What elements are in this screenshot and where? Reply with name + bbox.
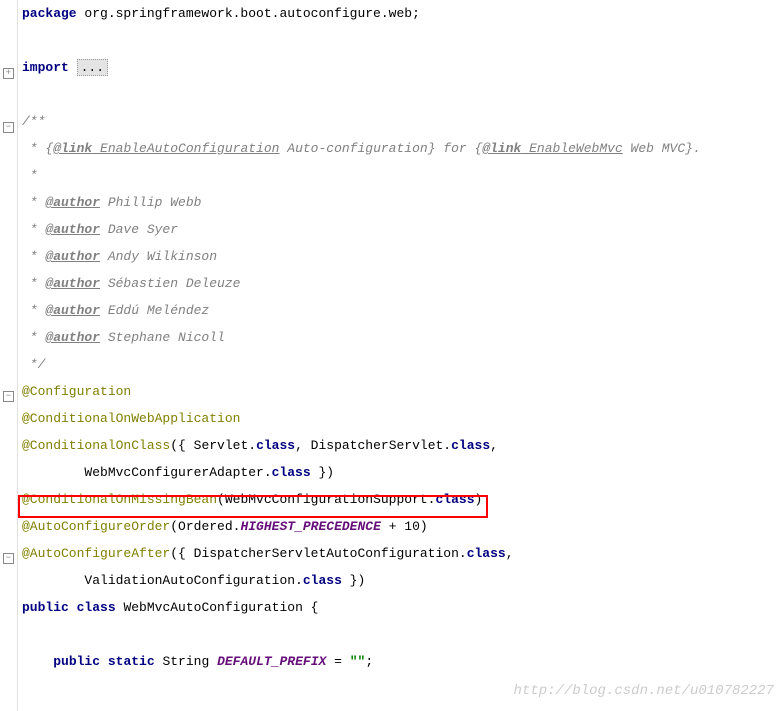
code-text: ({ Servlet. (170, 438, 256, 453)
code-text: ValidationAutoConfiguration. (22, 573, 303, 588)
javadoc-link: EnableAutoConfiguration (92, 141, 279, 156)
code-text: = (326, 654, 349, 669)
annotation: @AutoConfigureAfter (22, 546, 170, 561)
author-name: Phillip Webb (100, 195, 201, 210)
keyword: class (77, 600, 116, 615)
author-tag: @author (45, 303, 100, 318)
code-text: String (155, 654, 217, 669)
javadoc-close: */ (22, 351, 784, 378)
author-name: Eddú Meléndez (100, 303, 209, 318)
javadoc-link: EnableWebMvc (521, 141, 622, 156)
javadoc-text: Web MVC}. (623, 141, 701, 156)
author-tag: @author (45, 276, 100, 291)
code-text: WebMvcConfigurerAdapter. (22, 465, 272, 480)
watermark: http://blog.csdn.net/u010782227 (514, 678, 774, 705)
author-tag: @author (45, 222, 100, 237)
keyword: class (303, 573, 342, 588)
author-name: Andy Wilkinson (100, 249, 217, 264)
annotation: @AutoConfigureOrder (22, 519, 170, 534)
keyword: public (22, 600, 69, 615)
code-area[interactable]: package org.springframework.boot.autocon… (18, 0, 784, 711)
constant: DEFAULT_PREFIX (217, 654, 326, 669)
keyword: package (22, 6, 77, 21)
author-name: Dave Syer (100, 222, 178, 237)
javadoc-tag: @link (53, 141, 92, 156)
fold-expand-icon[interactable]: + (3, 68, 14, 79)
code-text: }) (311, 465, 334, 480)
author-name: Sébastien Deleuze (100, 276, 240, 291)
keyword: class (467, 546, 506, 561)
code-text: , (506, 546, 514, 561)
code-text: + 10) (381, 519, 428, 534)
code-text: ({ DispatcherServletAutoConfiguration. (170, 546, 466, 561)
class-name: WebMvcAutoConfiguration { (116, 600, 319, 615)
code-text: ; (365, 654, 373, 669)
javadoc-text: Auto-configuration} for { (279, 141, 482, 156)
author-name: Stephane Nicoll (100, 330, 225, 345)
keyword: class (451, 438, 490, 453)
fold-collapse-icon[interactable]: − (3, 553, 14, 564)
javadoc-open: /** (22, 108, 784, 135)
fold-collapse-icon[interactable]: − (3, 391, 14, 402)
javadoc-line: * (22, 162, 784, 189)
constant: HIGHEST_PRECEDENCE (240, 519, 380, 534)
annotation: @Configuration (22, 384, 131, 399)
keyword: public (53, 654, 100, 669)
code-editor: + − − − package org.springframework.boot… (0, 0, 784, 711)
code-text: (Ordered. (170, 519, 240, 534)
author-tag: @author (45, 249, 100, 264)
author-tag: @author (45, 330, 100, 345)
annotation: @ConditionalOnClass (22, 438, 170, 453)
author-tag: @author (45, 195, 100, 210)
code-text: }) (342, 573, 365, 588)
package-statement: org.springframework.boot.autoconfigure.w… (77, 6, 420, 21)
javadoc-tag: @link (482, 141, 521, 156)
fold-collapse-icon[interactable]: − (3, 122, 14, 133)
highlight-box (18, 495, 488, 518)
code-text: , (490, 438, 498, 453)
keyword: static (108, 654, 155, 669)
annotation: @ConditionalOnWebApplication (22, 411, 240, 426)
code-text: , DispatcherServlet. (295, 438, 451, 453)
string-literal: "" (350, 654, 366, 669)
import-fold[interactable]: ... (77, 59, 108, 76)
keyword: class (256, 438, 295, 453)
keyword: class (272, 465, 311, 480)
javadoc-text: * { (22, 141, 53, 156)
keyword: import (22, 60, 69, 75)
gutter: + − − − (0, 0, 18, 711)
